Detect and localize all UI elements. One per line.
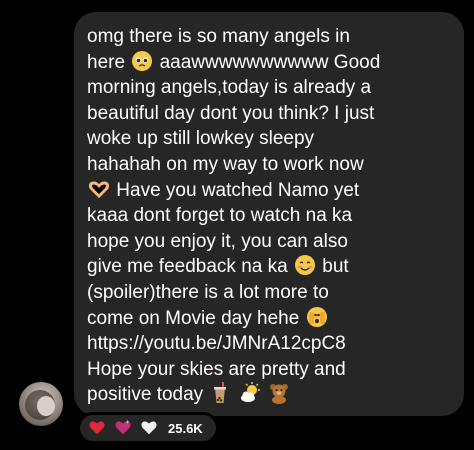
message-line: morning angels,today is already a [87,75,448,101]
message-line: kaaa dont forget to watch na ka [87,203,448,229]
message-text: hahahah on my way to work now [87,153,364,175]
reactions-pill[interactable]: 25.6K [77,412,219,444]
chat-screen: omg there is so many angels in here aaaw… [0,0,474,450]
message-line: hope you enjoy it, you can also [87,229,448,255]
message-line: give me feedback na ka but [87,254,448,280]
heart-hands-emoji [88,178,110,200]
purple-sparkling-heart-icon [114,419,132,437]
reaction-count: 25.6K [168,420,203,436]
message-text: beautiful day dont you think? I just [87,102,375,124]
message-line: positive today [87,382,448,408]
message-text: give me feedback na ka [87,256,288,278]
pleading-face-emoji [131,50,153,72]
message-text: aaawwwwwwwwww Good [159,51,381,73]
message-text: (spoiler)there is a lot more to [87,281,329,303]
message-text: here [87,51,126,73]
message-bubble[interactable]: omg there is so many angels in here aaaw… [74,12,464,416]
message-line: come on Movie day hehe [87,306,448,332]
youtube-link[interactable]: https://youtu.be/JMNrA12cpC8 [87,333,346,354]
message-line: here aaawwwwwwwwww Good [87,50,448,76]
teddy-bear-emoji [268,382,290,405]
message-text: hope you enjoy it, you can also [87,230,348,252]
red-heart-icon [88,419,106,437]
sun-behind-cloud-emoji [239,382,261,404]
message-text: morning angels,today is already a [87,77,372,99]
face-peeking-emoji [306,306,328,328]
avatar-face-shape [37,396,55,416]
message-text: woke up still lowkey sleepy [87,128,315,150]
message-line: https://youtu.be/JMNrA12cpC8 [87,331,448,357]
message-text: positive today [87,384,209,406]
message-text: come on Movie day hehe [87,307,300,329]
smiling-face-emoji [294,254,316,276]
message-text: Hope your skies are pretty and [87,358,346,380]
bubble-tea-emoji [209,382,231,404]
sender-avatar[interactable] [19,382,63,426]
message-line: Have you watched Namo yet [87,178,448,204]
message-line: omg there is so many angels in [87,24,448,50]
message-line: Hope your skies are pretty and [87,357,448,383]
message-line: beautiful day dont you think? I just [87,101,448,127]
message-line: (spoiler)there is a lot more to [87,280,448,306]
message-text: kaaa dont forget to watch na ka [87,205,353,227]
message-line: hahahah on my way to work now [87,152,448,178]
white-heart-icon [140,419,158,437]
message-text: but [322,256,349,278]
message-text: Have you watched Namo yet [116,179,360,201]
message-line: woke up still lowkey sleepy [87,126,448,152]
message-text: omg there is so many angels in [87,26,350,47]
